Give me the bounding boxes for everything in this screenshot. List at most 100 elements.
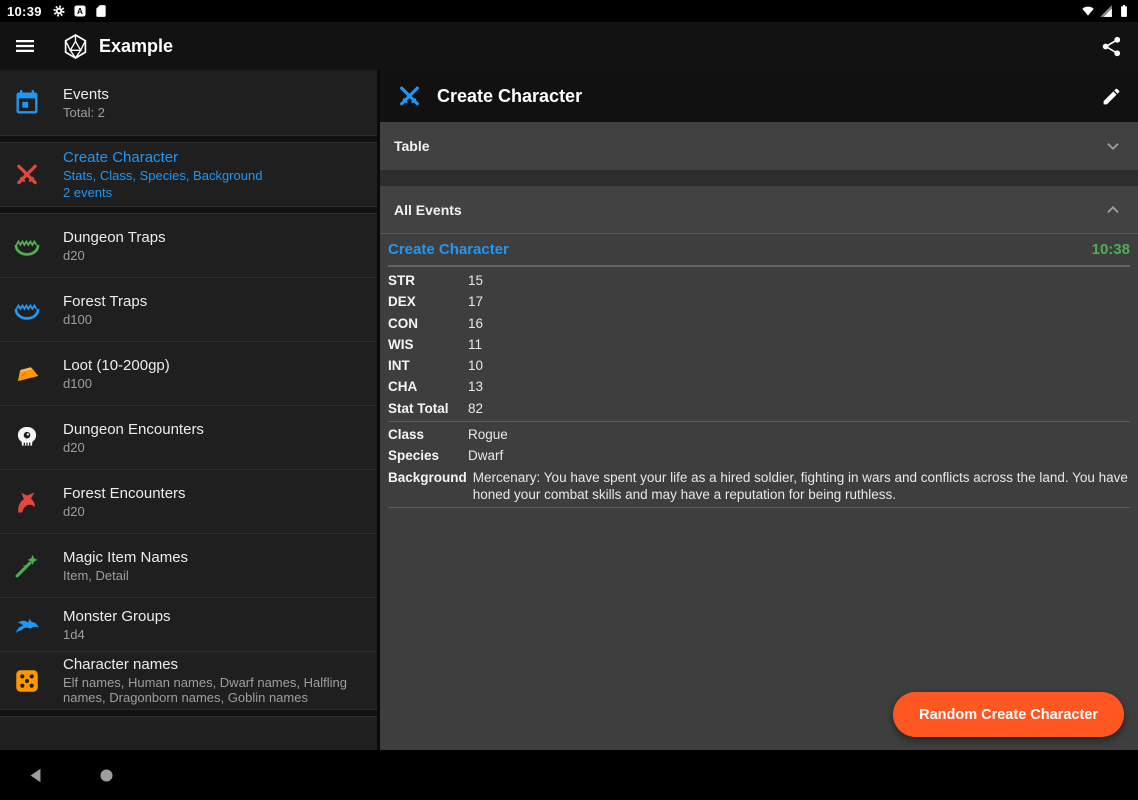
- stat-label: STR: [388, 272, 462, 289]
- dragon-icon: [13, 488, 41, 516]
- stat-label: CON: [388, 315, 462, 332]
- item-subtitle: Stats, Class, Species, Background: [63, 168, 262, 183]
- stat-value: 10: [468, 357, 1130, 374]
- stat-row-cha: CHA 13: [388, 376, 1130, 397]
- row-divider: [388, 507, 1130, 508]
- item-title: Create Character: [63, 149, 262, 166]
- section-divider: [380, 170, 1138, 186]
- row-label: Species: [388, 447, 462, 464]
- stat-row-wis: WIS 11: [388, 334, 1130, 355]
- a-box-icon: A: [73, 4, 87, 18]
- home-icon[interactable]: [98, 767, 115, 784]
- detail-title: Create Character: [437, 86, 582, 107]
- section-label: All Events: [394, 202, 462, 218]
- sidebar-item-forest-traps[interactable]: Forest Traps d100: [0, 278, 377, 342]
- event-list: Create Character 10:38 STR 15 DEX 17 CON…: [380, 234, 1138, 750]
- stat-row-str: STR 15: [388, 270, 1130, 291]
- back-icon[interactable]: [27, 766, 46, 785]
- edit-pencil-icon[interactable]: [1101, 86, 1122, 107]
- chevron-down-icon[interactable]: [1102, 135, 1124, 157]
- gear-icon: [52, 4, 66, 18]
- trap-icon: [13, 232, 41, 260]
- android-nav-bar: [0, 750, 1138, 800]
- sidebar-item-dungeon-encounters[interactable]: Dungeon Encounters d20: [0, 406, 377, 470]
- magic-wand-icon: [13, 552, 41, 580]
- stat-value: 16: [468, 315, 1130, 332]
- sidebar-group-divider: [0, 136, 377, 143]
- row-value: Dwarf: [468, 447, 1130, 464]
- item-title: Forest Traps: [63, 293, 147, 310]
- item-subtitle: 1d4: [63, 627, 171, 642]
- calendar-icon: [13, 89, 41, 117]
- add-table-button[interactable]: Add Table: [0, 717, 377, 750]
- item-subtitle: d20: [63, 248, 166, 263]
- row-value: Rogue: [468, 426, 1130, 443]
- d20-app-icon: [62, 33, 89, 60]
- sidebar-item-create-character[interactable]: Create Character Stats, Class, Species, …: [0, 143, 377, 207]
- section-header-table[interactable]: Table: [380, 122, 1138, 170]
- wifi-icon: [1081, 4, 1095, 18]
- sidebar-item-events[interactable]: Events Total: 2: [0, 70, 377, 136]
- sidebar-item-magic-item-names[interactable]: Magic Item Names Item, Detail: [0, 534, 377, 598]
- row-species: Species Dwarf: [388, 445, 1130, 466]
- svg-text:A: A: [77, 7, 83, 16]
- share-icon[interactable]: [1100, 35, 1123, 58]
- item-subtitle: Total: 2: [63, 105, 109, 120]
- sidebar-group-divider: [0, 207, 377, 214]
- item-title: Dungeon Traps: [63, 229, 166, 246]
- stat-label: Stat Total: [388, 400, 462, 417]
- sidebar-item-character-names[interactable]: Character names Elf names, Human names, …: [0, 652, 377, 710]
- item-subtitle: d100: [63, 312, 147, 327]
- stat-label: CHA: [388, 378, 462, 395]
- item-subtitle: d20: [63, 504, 186, 519]
- crossed-swords-icon: [396, 83, 423, 110]
- item-subtitle: Elf names, Human names, Dwarf names, Hal…: [63, 675, 369, 705]
- item-subtitle2: 2 events: [63, 185, 262, 200]
- item-title: Forest Encounters: [63, 485, 186, 502]
- sidebar-item-loot[interactable]: Loot (10-200gp) d100: [0, 342, 377, 406]
- sidebar-item-dungeon-traps[interactable]: Dungeon Traps d20: [0, 214, 377, 278]
- chevron-up-icon[interactable]: [1102, 199, 1124, 221]
- dice-icon: [13, 667, 41, 695]
- stat-label: DEX: [388, 293, 462, 310]
- signal-icon: [1099, 4, 1113, 18]
- skull-icon: [13, 424, 41, 452]
- stat-row-con: CON 16: [388, 313, 1130, 334]
- item-title: Character names: [63, 656, 369, 673]
- random-create-character-button[interactable]: Random Create Character: [893, 692, 1124, 737]
- sdcard-icon: [94, 4, 108, 18]
- stat-value: 17: [468, 293, 1130, 310]
- event-result-table: STR 15 DEX 17 CON 16 WIS 11 INT 10: [388, 267, 1130, 508]
- row-value: Mercenary: You have spent your life as a…: [473, 469, 1130, 504]
- stat-row-total: Stat Total 82: [388, 398, 1130, 419]
- item-title: Dungeon Encounters: [63, 421, 204, 438]
- stat-value: 11: [468, 336, 1130, 353]
- app-bar: Example: [0, 22, 1138, 70]
- status-time: 10:39: [7, 4, 42, 19]
- item-title: Loot (10-200gp): [63, 357, 170, 374]
- stat-row-int: INT 10: [388, 355, 1130, 376]
- detail-header: Create Character: [380, 70, 1138, 122]
- event-title: Create Character: [388, 241, 509, 258]
- row-label: Background: [388, 469, 467, 504]
- event-timestamp: 10:38: [1092, 241, 1130, 258]
- status-bar: 10:39 A: [0, 0, 1138, 22]
- content-area: Events Total: 2 Create Character Stats, …: [0, 70, 1138, 750]
- item-subtitle: Item, Detail: [63, 568, 188, 583]
- section-label: Table: [394, 138, 430, 154]
- item-subtitle: d20: [63, 440, 204, 455]
- section-header-all-events[interactable]: All Events: [380, 186, 1138, 234]
- stat-label: INT: [388, 357, 462, 374]
- app-title: Example: [99, 36, 173, 57]
- gold-ingot-icon: [13, 360, 41, 388]
- menu-icon[interactable]: [13, 34, 37, 58]
- stat-label: WIS: [388, 336, 462, 353]
- sidebar-item-forest-encounters[interactable]: Forest Encounters d20: [0, 470, 377, 534]
- item-title: Magic Item Names: [63, 549, 188, 566]
- row-label: Class: [388, 426, 462, 443]
- item-title: Monster Groups: [63, 608, 171, 625]
- item-title: Events: [63, 86, 109, 103]
- sidebar-item-monster-groups[interactable]: Monster Groups 1d4: [0, 598, 377, 652]
- stat-value: 15: [468, 272, 1130, 289]
- monster-icon: [13, 611, 41, 639]
